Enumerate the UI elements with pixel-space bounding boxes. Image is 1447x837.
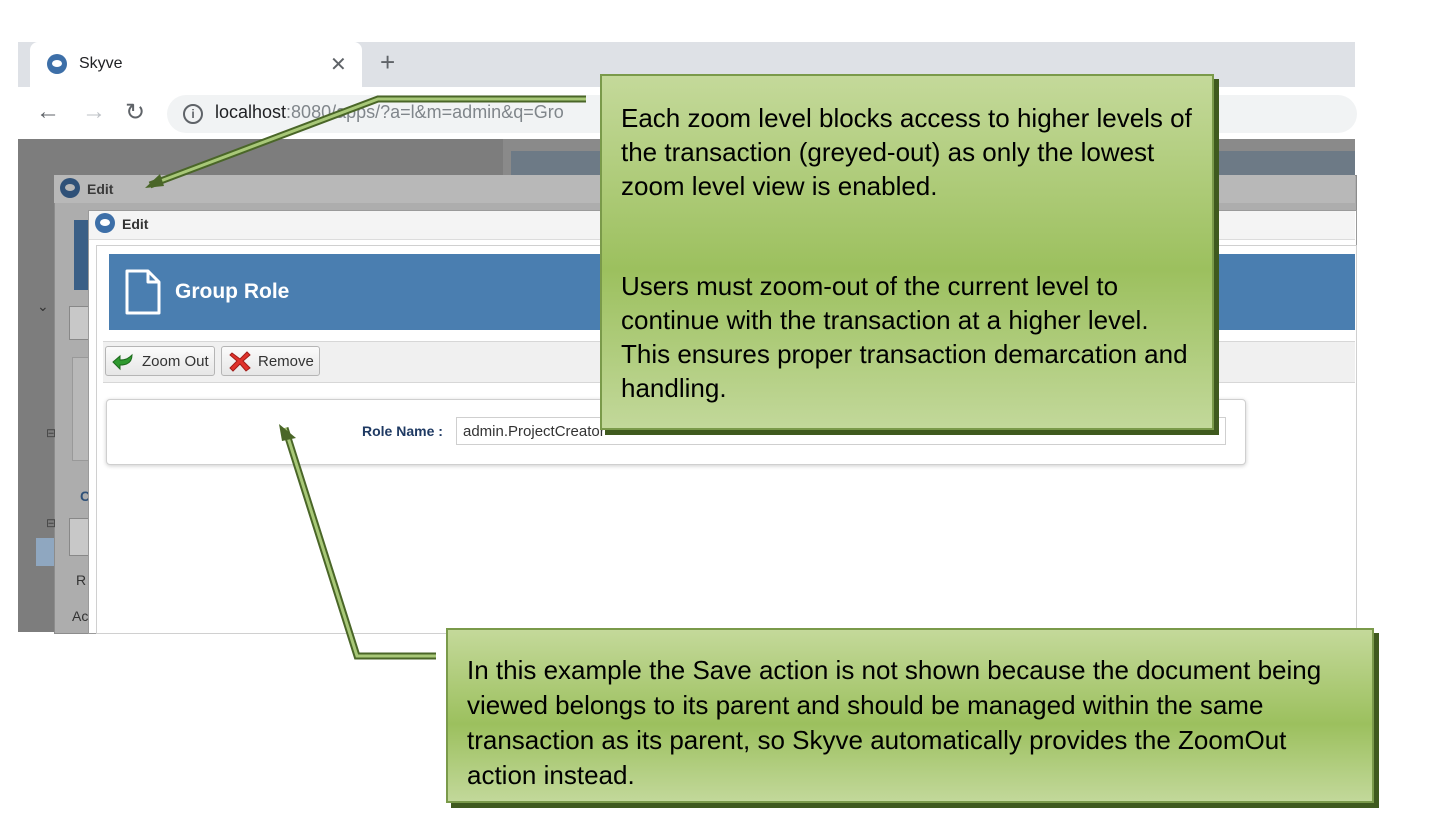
callout-zoom-levels-text-2: Users must zoom-out of the current level… (621, 271, 1188, 403)
callout-save-action-text: In this example the Save action is not s… (467, 655, 1322, 790)
callout-zoom-levels-text-1: Each zoom level blocks access to higher … (621, 103, 1192, 201)
arrowhead-icon (145, 174, 164, 188)
arrowhead-icon (279, 424, 296, 441)
